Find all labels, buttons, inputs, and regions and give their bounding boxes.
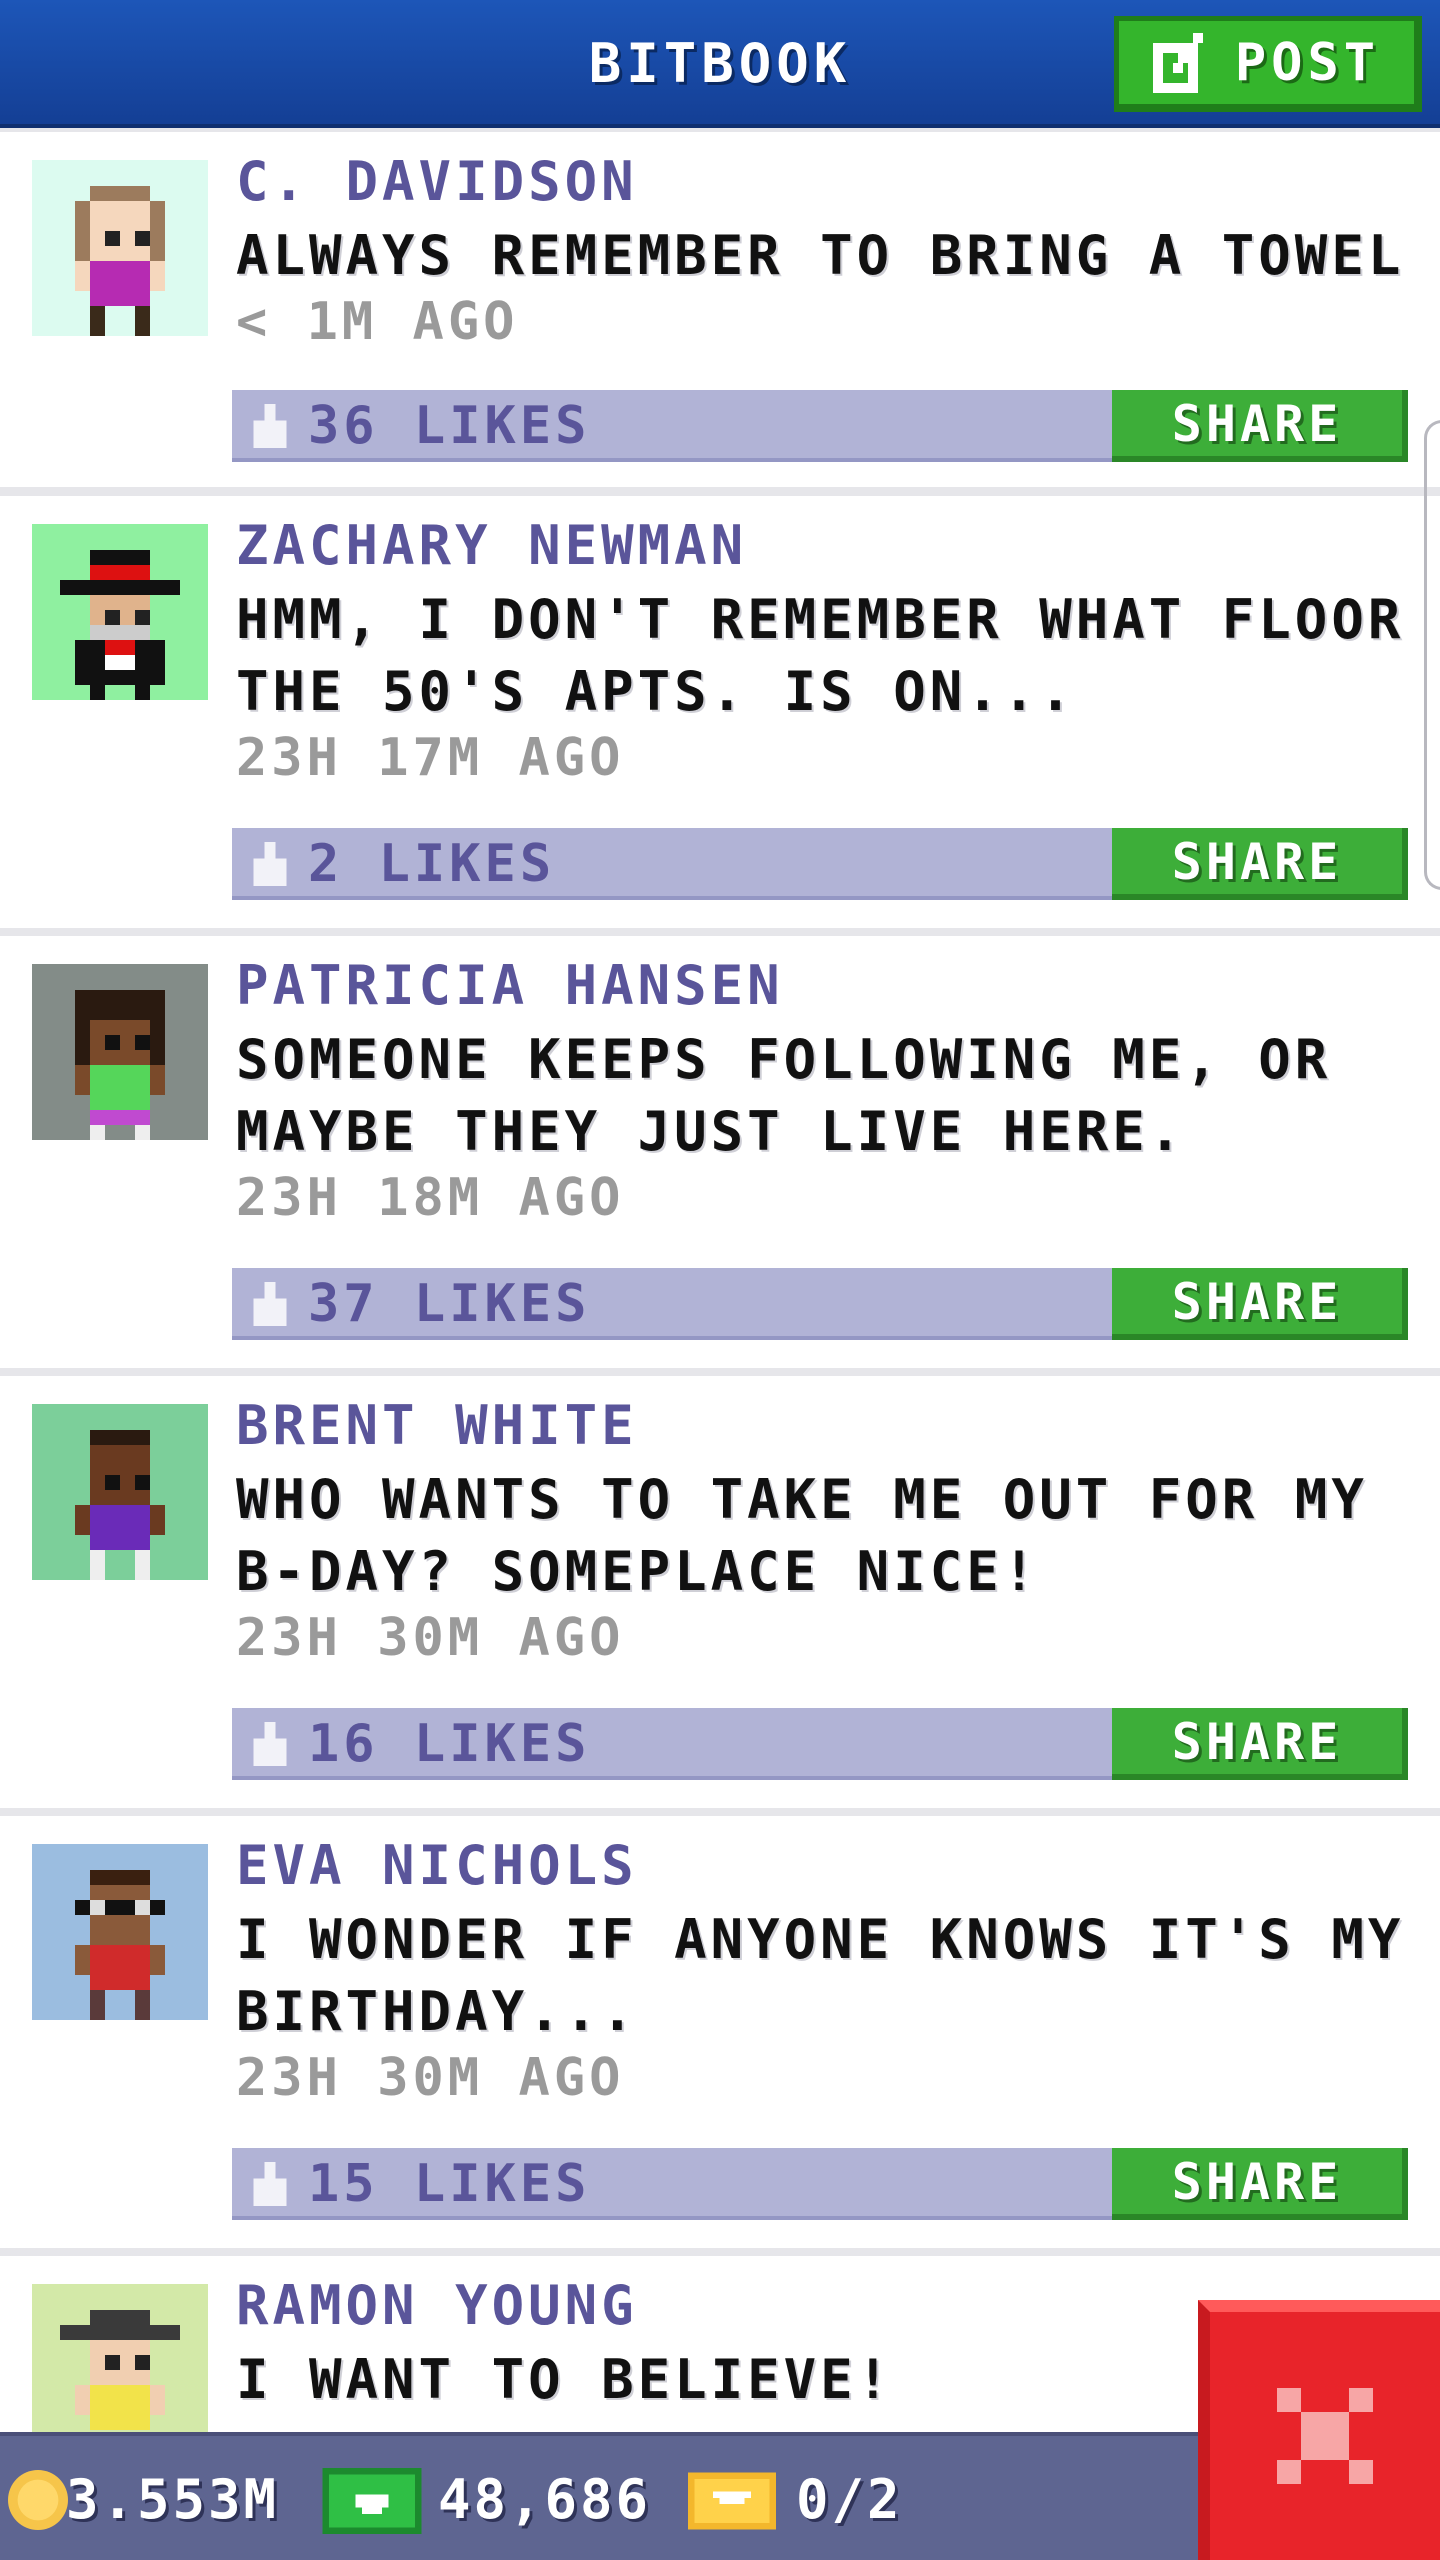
post-message: HMM, I DON'T REMEMBER WHAT FLOOR THE 50'… (236, 588, 1405, 723)
author-name[interactable]: EVA NICHOLS (236, 1834, 638, 1897)
post-time: < 1M AGO (236, 292, 519, 352)
post-time: 23H 18M AGO (236, 1168, 625, 1228)
like-bar[interactable]: 37 LIKES SHARE (232, 1268, 1408, 1340)
post-card: PATRICIA HANSEN SOMEONE KEEPS FOLLOWING … (0, 936, 1440, 1368)
post-button[interactable]: POST (1114, 16, 1422, 112)
avatar (32, 1844, 208, 2020)
post-card: EVA NICHOLS I WONDER IF ANYONE KNOWS IT'… (0, 1816, 1440, 2248)
author-name[interactable]: C. DAVIDSON (236, 150, 638, 213)
app-header: BITBOOK POST (0, 0, 1440, 128)
coins-value: 3.553M (66, 2468, 280, 2531)
post-message: ALWAYS REMEMBER TO BRING A TOWEL (236, 224, 1405, 287)
post-card: ZACHARY NEWMAN HMM, I DON'T REMEMBER WHA… (0, 496, 1440, 928)
scroll-indicator[interactable] (1424, 420, 1440, 890)
tickets-value: 0/2 (796, 2468, 903, 2531)
bux-value: 48,686 (438, 2468, 652, 2531)
post-card: C. DAVIDSON ALWAYS REMEMBER TO BRING A T… (0, 132, 1440, 487)
bux-icon (322, 2468, 422, 2534)
share-button[interactable]: SHARE (1112, 1708, 1408, 1780)
like-count: 37 LIKES (308, 1274, 591, 1334)
post-button-label: POST (1234, 32, 1381, 93)
avatar (32, 964, 208, 1140)
author-name[interactable]: PATRICIA HANSEN (236, 954, 784, 1017)
avatar (32, 160, 208, 336)
edit-icon (1152, 32, 1213, 93)
coin-icon (8, 2470, 68, 2530)
thumbs-up-icon (253, 404, 287, 448)
like-count: 36 LIKES (308, 396, 591, 456)
post-time: 23H 30M AGO (236, 2048, 625, 2108)
post-card: BRENT WHITE WHO WANTS TO TAKE ME OUT FOR… (0, 1376, 1440, 1808)
like-count: 16 LIKES (308, 1714, 591, 1774)
share-button[interactable]: SHARE (1112, 2148, 1408, 2220)
like-bar[interactable]: 16 LIKES SHARE (232, 1708, 1408, 1780)
post-message: I WONDER IF ANYONE KNOWS IT'S MY BIRTHDA… (236, 1908, 1405, 2043)
share-button[interactable]: SHARE (1112, 390, 1408, 462)
ticket-icon (688, 2472, 776, 2530)
avatar (32, 1404, 208, 1580)
post-message: WHO WANTS TO TAKE ME OUT FOR MY B-DAY? S… (236, 1468, 1368, 1603)
share-button[interactable]: SHARE (1112, 828, 1408, 900)
thumbs-up-icon (253, 1722, 287, 1766)
like-bar[interactable]: 15 LIKES SHARE (232, 2148, 1408, 2220)
author-name[interactable]: BRENT WHITE (236, 1394, 638, 1457)
feed[interactable]: C. DAVIDSON ALWAYS REMEMBER TO BRING A T… (0, 132, 1440, 2432)
thumbs-up-icon (253, 1282, 287, 1326)
thumbs-up-icon (253, 842, 287, 886)
author-name[interactable]: ZACHARY NEWMAN (236, 514, 747, 577)
post-message: SOMEONE KEEPS FOLLOWING ME, OR MAYBE THE… (236, 1028, 1332, 1163)
avatar (32, 2284, 208, 2432)
like-count: 2 LIKES (308, 834, 556, 894)
post-time: 23H 17M AGO (236, 728, 625, 788)
share-button[interactable]: SHARE (1112, 1268, 1408, 1340)
like-bar[interactable]: 2 LIKES SHARE (232, 828, 1408, 900)
close-icon (1277, 2388, 1373, 2484)
close-button[interactable] (1198, 2300, 1440, 2560)
like-bar[interactable]: 36 LIKES SHARE (232, 390, 1408, 462)
like-count: 15 LIKES (308, 2154, 591, 2214)
author-name[interactable]: RAMON YOUNG (236, 2274, 638, 2337)
post-time: 23H 30M AGO (236, 1608, 625, 1668)
thumbs-up-icon (253, 2162, 287, 2206)
avatar (32, 524, 208, 700)
